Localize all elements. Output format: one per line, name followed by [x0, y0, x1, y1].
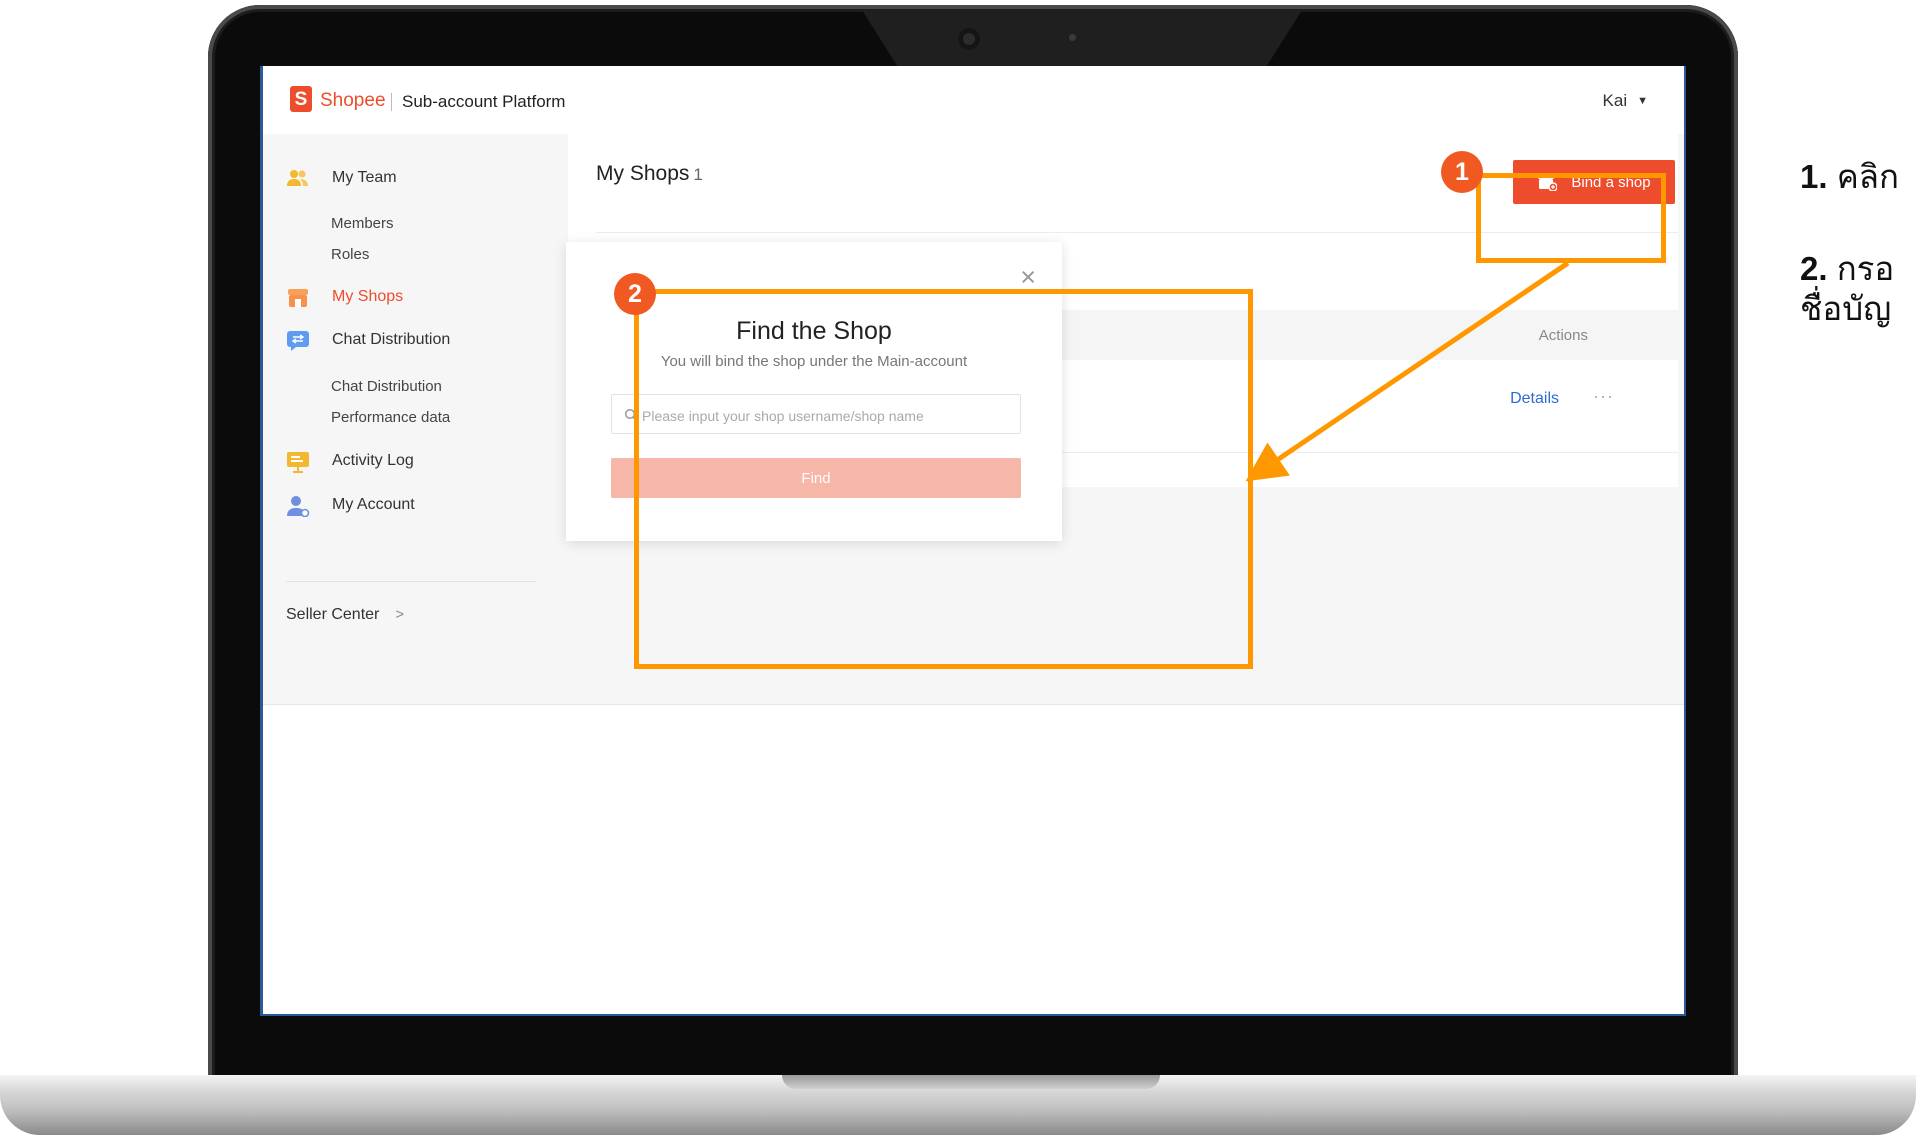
instruction-step-2: 2. กรอ [1800, 250, 1895, 287]
close-icon[interactable]: × [1020, 264, 1036, 291]
seller-center-link[interactable]: Seller Center > [286, 606, 404, 624]
details-link[interactable]: Details [1510, 390, 1559, 408]
step-badge-2: 2 [614, 273, 656, 315]
shop-count: 1 [693, 165, 703, 184]
team-icon [286, 168, 310, 188]
sidebar-item-chat-distribution[interactable]: Chat Distribution [286, 330, 451, 351]
instruction-step-1-text: คลิก [1836, 158, 1899, 195]
sidebar-item-label: Chat Distribution [332, 331, 451, 348]
activity-log-icon [286, 451, 310, 473]
shopee-logo-icon[interactable]: S [290, 86, 312, 112]
caret-down-icon: ▼ [1637, 95, 1648, 107]
sidebar-item-label: My Team [332, 169, 397, 186]
shop-icon [286, 287, 310, 307]
instruction-step-2-text: กรอ [1836, 250, 1895, 287]
app-header: S Shopee Sub-account Platform Kai ▼ [263, 66, 1684, 135]
sidebar: My Team Members Roles My Shops Chat Dist… [263, 134, 543, 704]
laptop-notch [862, 10, 1302, 66]
instruction-step-2-num: 2. [1800, 250, 1828, 287]
sensor-dot [1069, 34, 1076, 41]
chat-icon [286, 330, 310, 351]
chevron-right-icon: > [395, 606, 405, 623]
sidebar-item-label: Activity Log [332, 452, 414, 469]
column-header-actions: Actions [1538, 327, 1588, 344]
sidebar-item-my-team[interactable]: My Team [286, 168, 397, 188]
logo-separator [391, 93, 392, 111]
sidebar-item-performance-data[interactable]: Performance data [331, 409, 450, 426]
webcam-icon [958, 28, 980, 50]
user-menu[interactable]: Kai ▼ [1603, 91, 1648, 111]
shopee-logo-text[interactable]: Shopee [320, 90, 386, 112]
instruction-step-1-num: 1. [1800, 158, 1828, 195]
more-actions-icon[interactable]: ··· [1593, 386, 1614, 407]
sidebar-item-label: My Account [332, 496, 415, 513]
instruction-step-2-line2: ชื่อบัญ [1800, 290, 1892, 327]
platform-title: Sub-account Platform [402, 92, 566, 111]
sidebar-item-my-account[interactable]: My Account [286, 495, 415, 518]
sidebar-item-my-shops[interactable]: My Shops [286, 287, 403, 307]
sidebar-item-label: My Shops [332, 288, 404, 305]
sidebar-item-roles[interactable]: Roles [331, 246, 369, 263]
step-badge-1: 1 [1441, 151, 1483, 193]
sidebar-divider [286, 581, 536, 582]
page-title: My Shops 1 [596, 162, 703, 186]
page-title-text: My Shops [596, 162, 690, 185]
sidebar-item-activity-log[interactable]: Activity Log [286, 451, 414, 473]
user-name: Kai [1602, 91, 1628, 110]
laptop-base-notch [782, 1075, 1160, 1089]
account-icon [286, 495, 310, 518]
highlight-find-shop-modal [634, 289, 1253, 669]
sidebar-item-chat-distribution-sub[interactable]: Chat Distribution [331, 378, 442, 395]
highlight-bind-shop [1476, 173, 1666, 263]
instruction-step-1: 1. คลิก [1800, 158, 1899, 195]
seller-center-label: Seller Center [286, 606, 380, 623]
sidebar-item-members[interactable]: Members [331, 215, 394, 232]
